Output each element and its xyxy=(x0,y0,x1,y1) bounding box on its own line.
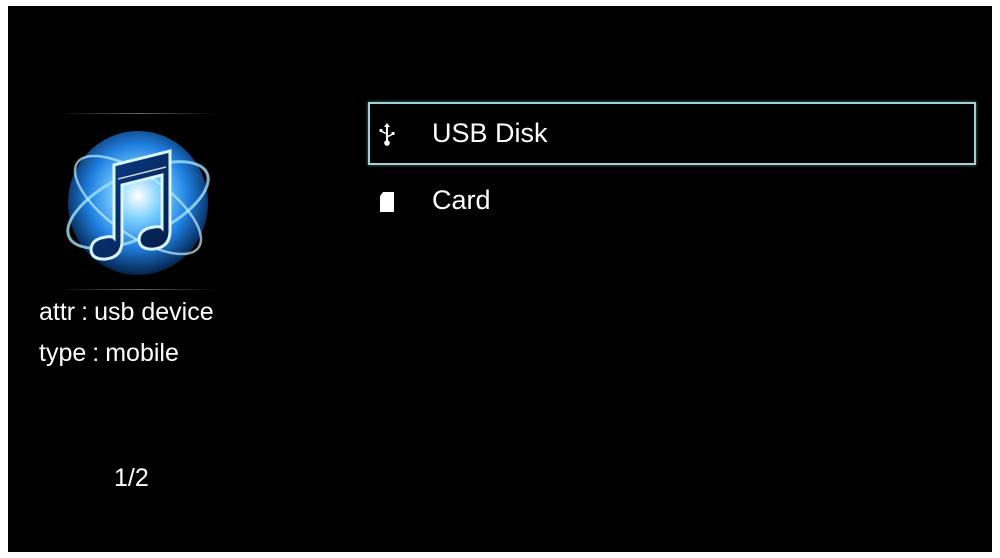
attr-key: attr xyxy=(39,298,76,326)
divider xyxy=(58,113,218,114)
device-item-usb-disk[interactable]: USB Disk xyxy=(368,102,976,165)
device-label: Card xyxy=(432,185,491,215)
device-type-line: type: mobile xyxy=(39,339,179,368)
sd-card-icon xyxy=(380,192,394,212)
usb-icon xyxy=(379,123,395,146)
page-indicator: 1/2 xyxy=(114,464,149,492)
music-note-icon xyxy=(66,131,210,275)
type-separator: : xyxy=(92,339,100,367)
attr-value: usb device xyxy=(94,298,214,326)
type-key: type xyxy=(39,339,87,367)
device-info-panel: attr: usb device type: mobile 1/2 xyxy=(8,6,358,552)
device-attr-line: attr: usb device xyxy=(39,298,214,327)
media-player-screen: attr: usb device type: mobile 1/2 USB Disk xyxy=(8,6,992,552)
device-label: USB Disk xyxy=(432,118,548,148)
type-value: mobile xyxy=(105,339,179,367)
divider xyxy=(58,289,218,290)
album-art xyxy=(58,113,218,291)
attr-separator: : xyxy=(81,298,89,326)
device-item-card[interactable]: Card xyxy=(368,169,976,232)
device-list: USB Disk Card xyxy=(368,102,976,236)
